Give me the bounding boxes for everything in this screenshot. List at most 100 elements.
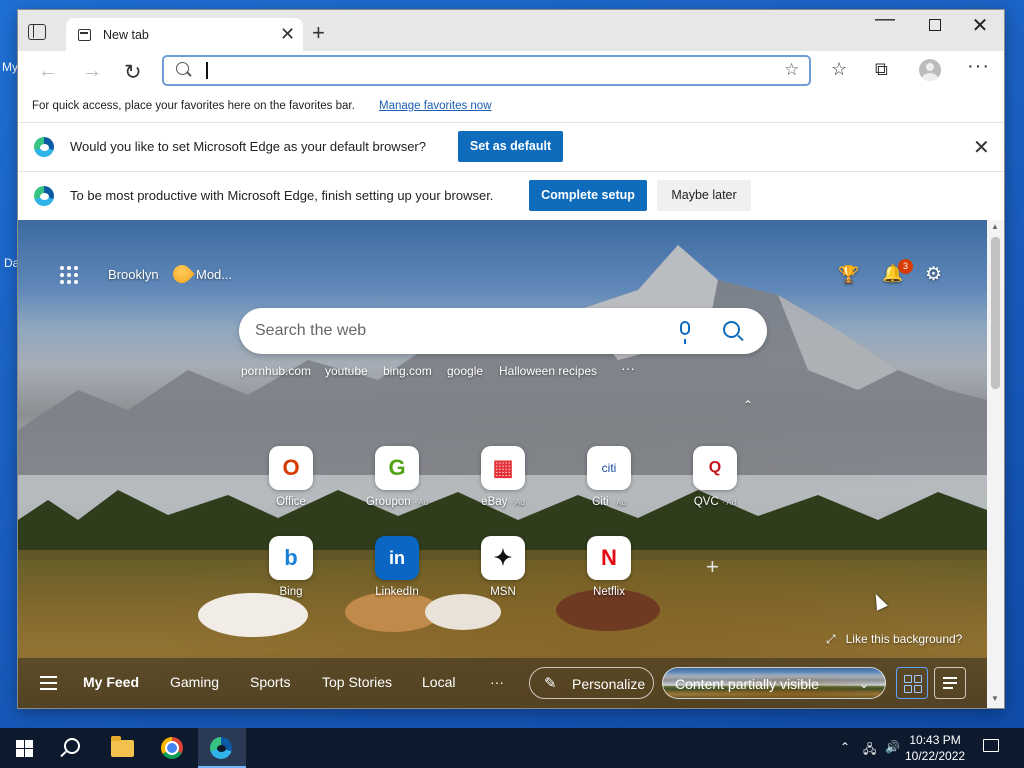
feed-tab[interactable]: Gaming: [170, 674, 219, 690]
feed-tab[interactable]: Top Stories: [322, 674, 392, 690]
profile-avatar[interactable]: [919, 59, 941, 81]
search-icon[interactable]: [723, 321, 740, 338]
page-scrollbar[interactable]: ▲ ▼: [987, 220, 1004, 708]
complete-setup-button[interactable]: Complete setup: [529, 180, 647, 211]
weather-condition[interactable]: Mod...: [196, 267, 232, 282]
scrollbar-thumb[interactable]: [991, 237, 1000, 389]
list-view-button[interactable]: [934, 667, 966, 699]
personalize-label: Personalize: [572, 676, 646, 692]
tile-label: MSN: [490, 586, 516, 598]
tab-new-tab[interactable]: New tab ✕: [66, 18, 303, 51]
new-tab-page-icon: [78, 29, 91, 41]
tab-actions-icon[interactable]: [28, 24, 46, 40]
tile-label: eBay: [481, 496, 508, 508]
volume-icon[interactable]: 🔊: [885, 740, 900, 754]
feed-navigation-bar: My Feed Gaming Sports Top Stories Local …: [18, 658, 987, 708]
manage-favorites-link[interactable]: Manage favorites now: [379, 100, 492, 112]
chrome-icon[interactable]: [161, 737, 183, 759]
like-background-link[interactable]: ⤢ Like this background?: [826, 632, 962, 647]
tile-label: Netflix: [593, 586, 625, 598]
personalize-button[interactable]: ✎ Personalize: [529, 667, 654, 699]
weather-location[interactable]: Brooklyn: [108, 267, 159, 282]
add-favorite-icon[interactable]: ☆: [784, 60, 799, 80]
content-visibility-dropdown[interactable]: Content partially visible ⌄: [662, 667, 886, 699]
feed-tab[interactable]: Local: [422, 674, 455, 690]
groupon-logo-icon: G: [375, 446, 419, 490]
new-tab-button[interactable]: +: [312, 22, 325, 44]
scroll-down-icon[interactable]: ▼: [991, 694, 999, 703]
search-placeholder: Search the web: [255, 322, 367, 339]
feed-tab-my-feed[interactable]: My Feed: [83, 674, 139, 690]
tile-ebay[interactable]: ▦ eBay · Ad: [465, 446, 541, 508]
tile-groupon[interactable]: G Groupon · Ad: [359, 446, 435, 508]
quick-link[interactable]: youtube: [325, 364, 368, 378]
tile-linkedin[interactable]: in LinkedIn: [359, 536, 435, 598]
file-explorer-icon[interactable]: [111, 736, 134, 757]
tile-label: Citi: [591, 496, 609, 508]
setup-message: To be most productive with Microsoft Edg…: [70, 188, 494, 203]
address-bar[interactable]: ☆: [162, 55, 811, 86]
rewards-trophy-icon[interactable]: 🏆: [838, 265, 859, 285]
tile-msn[interactable]: ✦ MSN: [465, 536, 541, 598]
chevron-up-icon[interactable]: ⌃: [743, 398, 753, 412]
favorites-bar: For quick access, place your favorites h…: [18, 99, 1004, 122]
show-hidden-icons-chevron[interactable]: ⌃: [840, 740, 850, 754]
desktop-icon-label[interactable]: My: [2, 60, 18, 74]
office-logo-icon: O: [269, 446, 313, 490]
add-site-icon[interactable]: +: [706, 554, 719, 580]
settings-gear-icon[interactable]: ⚙: [925, 263, 942, 286]
msn-logo-icon: ✦: [481, 536, 525, 580]
scroll-up-icon[interactable]: ▲: [991, 222, 999, 231]
close-tab-icon[interactable]: ✕: [280, 25, 295, 43]
tile-label: LinkedIn: [375, 586, 419, 598]
collections-icon[interactable]: ⧉: [875, 59, 888, 80]
refresh-button[interactable]: ↻: [124, 60, 142, 85]
notification-center-icon[interactable]: [983, 739, 999, 752]
network-icon[interactable]: 🖧: [863, 740, 876, 761]
minimize-button[interactable]: —: [863, 10, 907, 31]
forward-button[interactable]: →: [82, 60, 102, 83]
back-button[interactable]: ←: [38, 60, 58, 83]
edge-icon: [210, 737, 232, 759]
grid-view-button[interactable]: [896, 667, 928, 699]
tab-bar: New tab ✕ + — ✕: [18, 10, 1004, 51]
more-menu-icon[interactable]: ···: [967, 55, 990, 78]
quick-link[interactable]: Halloween recipes: [499, 364, 597, 378]
set-as-default-button[interactable]: Set as default: [458, 131, 563, 162]
start-button[interactable]: [16, 740, 33, 757]
text-caret: [206, 62, 208, 79]
content-visibility-label: Content partially visible: [675, 676, 819, 692]
close-infobar-icon[interactable]: ✕: [973, 135, 990, 160]
quick-links-more-icon[interactable]: ···: [621, 360, 635, 376]
favorites-icon[interactable]: ☆: [831, 59, 847, 80]
citi-logo-icon: citi: [587, 446, 631, 490]
browser-window: New tab ✕ + — ✕ ← → ↻ ☆ ☆ ⧉ ··· For quic…: [18, 10, 1004, 708]
tile-label: Groupon: [365, 496, 411, 508]
web-search-box[interactable]: Search the web: [239, 308, 767, 354]
hamburger-menu-icon[interactable]: [40, 676, 57, 694]
maybe-later-button[interactable]: Maybe later: [657, 180, 751, 211]
maximize-button[interactable]: [913, 15, 957, 35]
clock-date: 10/22/2022: [905, 749, 966, 763]
taskbar-search-icon[interactable]: [64, 738, 80, 754]
quick-link[interactable]: pornhub.com: [241, 364, 311, 378]
apps-launcher-icon[interactable]: [60, 266, 80, 286]
quick-link[interactable]: google: [447, 364, 483, 378]
tile-bing[interactable]: b Bing: [253, 536, 329, 598]
tile-netflix[interactable]: N Netflix: [571, 536, 647, 598]
tile-label: Bing: [279, 586, 303, 598]
system-clock[interactable]: 10:43 PM 10/22/2022: [905, 732, 965, 764]
edge-logo-icon: [34, 186, 54, 206]
netflix-logo-icon: N: [587, 536, 631, 580]
ad-marker: · Ad: [721, 498, 737, 507]
favorites-bar-hint: For quick access, place your favorites h…: [32, 100, 355, 112]
feed-tab[interactable]: Sports: [250, 674, 290, 690]
feed-more-icon[interactable]: ···: [490, 674, 504, 690]
quick-link[interactable]: bing.com: [383, 364, 432, 378]
tile-citi[interactable]: citi Citi · Ad: [571, 446, 647, 508]
close-window-button[interactable]: ✕: [958, 13, 1002, 38]
microphone-icon[interactable]: [680, 321, 690, 344]
tile-office[interactable]: O Office: [253, 446, 329, 508]
taskbar: ⌃ 🖧 🔊 10:43 PM 10/22/2022: [0, 728, 1024, 768]
tile-qvc[interactable]: Q QVC · Ad: [677, 446, 753, 508]
